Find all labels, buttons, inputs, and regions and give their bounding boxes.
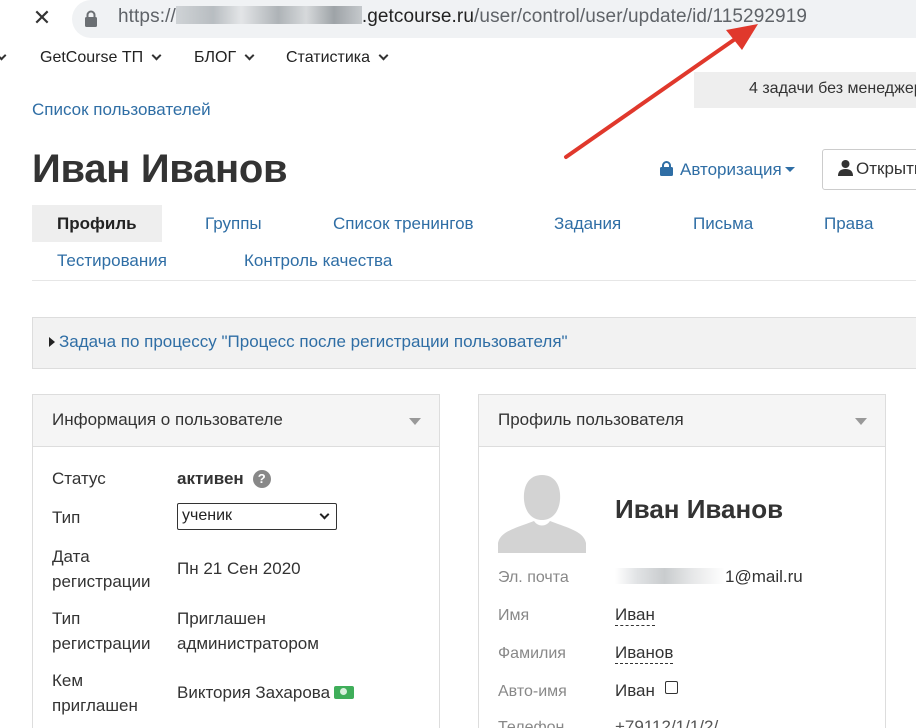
last-name-label: Фамилия — [498, 645, 566, 662]
close-icon[interactable]: ✕ — [30, 4, 54, 32]
tab-trainings[interactable]: Список тренингов — [333, 214, 474, 234]
auto-name-checkbox[interactable] — [664, 681, 678, 694]
redacted-subdomain — [175, 6, 362, 24]
status-value: активен? — [177, 466, 271, 491]
panel-header[interactable]: Профиль пользователя — [479, 395, 885, 447]
caret-down-icon — [784, 167, 795, 172]
process-task-bar[interactable]: Задача по процессу "Процесс после регист… — [32, 317, 916, 369]
phone-value[interactable]: +79112/1/1/2/ — [615, 717, 718, 728]
chevron-down-icon — [378, 50, 389, 61]
browser-toolbar: ✕ https://.getcourse.ru/user/control/use… — [0, 0, 916, 40]
address-bar[interactable]: https://.getcourse.ru/user/control/user/… — [72, 0, 916, 38]
help-icon[interactable]: ? — [252, 470, 271, 488]
menu-chevron-clipped[interactable] — [0, 49, 7, 67]
menu-item-statistics[interactable]: Статистика — [286, 49, 389, 67]
regtype-label: Тип регистрации — [52, 609, 151, 653]
user-info-panel: Информация о пользователе Статус активен… — [32, 394, 440, 728]
tab-rights[interactable]: Права — [824, 214, 873, 234]
invited-by-label: Кем приглашен — [52, 671, 138, 715]
tasks-notice[interactable]: 4 задачи без менеджера — [694, 72, 916, 108]
tab-assignments[interactable]: Задания — [554, 214, 621, 234]
user-profile-panel: Профиль пользователя Иван Иванов Эл. поч… — [478, 394, 886, 728]
regdate-value: Пн 21 Сен 2020 — [177, 559, 301, 578]
email-label: Эл. почта — [498, 569, 569, 586]
chevron-down-icon — [244, 50, 255, 61]
menu-item-getcourse-tp[interactable]: GetCourse ТП — [40, 49, 162, 67]
type-label: Тип — [52, 508, 81, 527]
profile-name: Иван Иванов — [615, 494, 784, 524]
process-task-link[interactable]: Задача по процессу "Процесс после регист… — [59, 332, 568, 352]
tab-quality-control[interactable]: Контроль качества — [244, 251, 392, 271]
status-label: Статус — [52, 469, 106, 488]
url-text: https://.getcourse.ru/user/control/user/… — [118, 6, 808, 27]
tabs-divider — [32, 280, 916, 281]
redacted-email — [615, 568, 725, 584]
auto-name-value: Иван — [615, 681, 678, 701]
tab-letters[interactable]: Письма — [693, 214, 753, 234]
avatar-placeholder-icon[interactable] — [498, 467, 586, 553]
auto-name-label: Авто-имя — [498, 683, 567, 700]
menu-item-blog[interactable]: БЛОГ — [194, 49, 255, 67]
panel-title: Профиль пользователя — [498, 410, 684, 429]
invited-by-value[interactable]: Виктория Захарова — [177, 680, 355, 705]
dropdown-triangle-icon[interactable] — [409, 418, 421, 425]
last-name-value[interactable]: Иванов — [615, 643, 674, 664]
tab-tests[interactable]: Тестирования — [57, 251, 167, 271]
auth-dropdown[interactable]: Авторизация — [659, 160, 795, 180]
chevron-down-icon — [319, 509, 330, 520]
email-value[interactable]: 1@mail.ru — [615, 567, 803, 587]
lock-icon — [660, 161, 673, 176]
type-select[interactable]: ученик — [177, 503, 337, 530]
first-name-value[interactable]: Иван — [615, 605, 655, 626]
panel-title: Информация о пользователе — [52, 410, 283, 429]
regdate-label: Дата регистрации — [52, 547, 151, 591]
chevron-down-icon — [151, 50, 162, 61]
money-icon — [334, 686, 355, 699]
panel-header[interactable]: Информация о пользователе — [33, 395, 439, 447]
first-name-label: Имя — [498, 607, 530, 624]
regtype-value: Приглашен администратором — [177, 609, 319, 653]
lock-icon — [85, 10, 97, 27]
top-menu: GetCourse ТП БЛОГ Статистика — [0, 42, 916, 74]
page-title: Иван Иванов — [32, 147, 288, 191]
open-button[interactable]: Открыть — [822, 149, 916, 190]
phone-label: Телефон — [498, 719, 565, 728]
user-icon — [838, 160, 853, 176]
breadcrumb-user-list[interactable]: Список пользователей — [32, 100, 211, 120]
tab-profile[interactable]: Профиль — [32, 205, 162, 242]
expand-triangle-icon — [49, 337, 55, 347]
dropdown-triangle-icon[interactable] — [855, 418, 867, 425]
tab-groups[interactable]: Группы — [205, 214, 262, 234]
